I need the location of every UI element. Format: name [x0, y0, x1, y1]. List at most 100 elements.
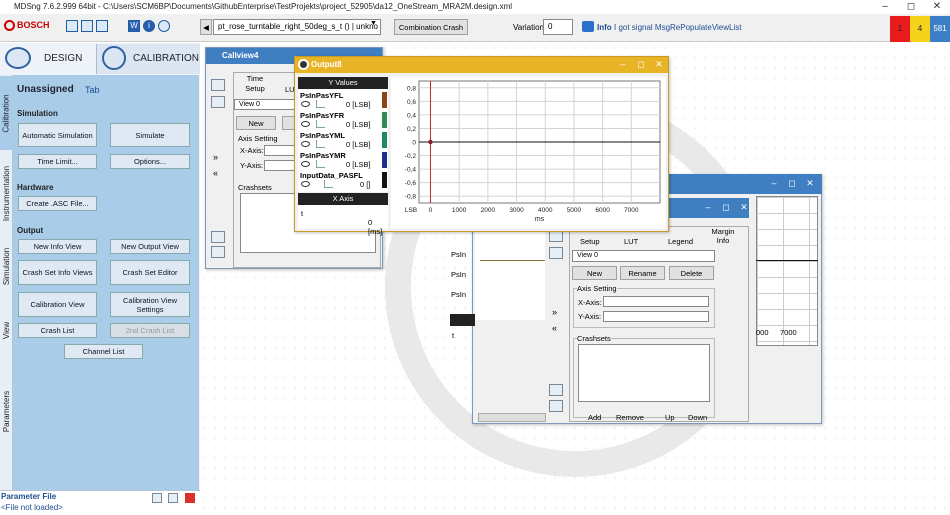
back-inner-maximize[interactable]: ◻ [718, 200, 734, 216]
back-tab-lut[interactable]: LUT [624, 237, 638, 246]
new-view-button[interactable]: New [236, 116, 276, 130]
callview-tool-icon[interactable] [211, 96, 225, 108]
signal-color-swatch[interactable] [382, 152, 387, 168]
simulate-button[interactable]: Simulate [110, 123, 190, 147]
callview-tool-icon[interactable] [211, 79, 225, 91]
back-down-button[interactable]: Down [688, 413, 707, 422]
signal-row[interactable]: InputData_PASFL 0 [] [298, 170, 388, 190]
collapse-icon[interactable]: « [552, 323, 557, 333]
view-select[interactable]: View 0 [234, 99, 300, 110]
chart-line-icon[interactable] [316, 120, 325, 128]
back-x-axis-select[interactable] [603, 296, 709, 307]
word-export-icon[interactable]: W [128, 20, 140, 32]
back-remove-button[interactable]: Remove [616, 413, 644, 422]
x-axis-select[interactable] [264, 145, 298, 156]
x-signal-row[interactable]: t 0 [ms] [298, 205, 388, 236]
design-mode-icon[interactable] [5, 47, 31, 69]
stop-icon[interactable] [185, 493, 195, 503]
back-delete-button[interactable]: Delete [669, 266, 714, 280]
new-output-view-button[interactable]: New Output View [110, 239, 190, 254]
back-add-button[interactable]: Add [588, 413, 601, 422]
signal-color-swatch[interactable] [382, 92, 387, 108]
back-window-tool-icon[interactable] [549, 384, 563, 396]
info-icon[interactable]: i [143, 20, 155, 32]
visibility-eye-icon[interactable] [301, 101, 310, 107]
chart-line-icon[interactable] [316, 140, 325, 148]
save-file-icon[interactable] [168, 493, 178, 503]
back-inner-close[interactable]: ✕ [736, 200, 752, 216]
help-icon[interactable] [158, 20, 170, 32]
back-window-minimize[interactable]: – [766, 176, 782, 192]
chart-line-icon[interactable] [316, 100, 325, 108]
signal-row[interactable]: PsInPasYML 0 [LSB] [298, 130, 388, 150]
back-window-close[interactable]: ✕ [802, 176, 818, 192]
channel-list-button[interactable]: Channel List [64, 344, 143, 359]
open-file-icon[interactable] [152, 493, 162, 503]
options-button[interactable]: Options... [110, 154, 190, 169]
back-view-select[interactable]: View 0 [572, 250, 715, 262]
combination-crash-button[interactable]: Combination Crash [394, 19, 468, 35]
visibility-eye-icon[interactable] [301, 181, 310, 187]
back-tab-setup[interactable]: Setup [580, 237, 600, 246]
crash-set-info-views-button[interactable]: Crash Set Info Views [18, 260, 97, 285]
back-window-maximize[interactable]: ◻ [784, 176, 800, 192]
output8-minimize[interactable]: – [615, 57, 631, 73]
error-count-badge[interactable]: 1 [890, 16, 910, 42]
expand-icon[interactable]: » [213, 152, 218, 162]
calibration-view-button[interactable]: Calibration View [18, 292, 97, 317]
chart-line-icon[interactable] [324, 180, 333, 188]
design-mode-tab[interactable]: DESIGN [44, 53, 82, 64]
back-up-button[interactable]: Up [665, 413, 675, 422]
signal-color-swatch[interactable] [382, 112, 387, 128]
back-new-button[interactable]: New [572, 266, 617, 280]
back-inner-minimize[interactable]: – [700, 200, 716, 216]
close-button[interactable]: ✕ [924, 0, 950, 14]
chart-line-icon[interactable] [316, 160, 325, 168]
visibility-eye-icon[interactable] [301, 141, 310, 147]
callview-tool-icon[interactable] [211, 246, 225, 258]
expand-icon[interactable]: » [552, 307, 557, 317]
back-rename-button[interactable]: Rename [620, 266, 665, 280]
warning-count-badge[interactable]: 4 [910, 16, 930, 42]
side-tab-parameters[interactable]: Parameters [0, 376, 13, 446]
collapse-icon[interactable]: « [213, 168, 218, 178]
back-crashsets-list[interactable] [578, 344, 710, 402]
side-tab-simulation[interactable]: Simulation [0, 236, 13, 296]
signal-color-swatch[interactable] [382, 132, 387, 148]
tab-time-setup[interactable]: Time Setup [237, 74, 273, 94]
side-tab-instrumentation[interactable]: Instrumentation [0, 152, 13, 234]
back-y-axis-select[interactable] [603, 311, 709, 322]
crash-select[interactable]: pt_rose_turntable_right_50deg_s_t () | u… [213, 19, 381, 35]
output8-close[interactable]: ✕ [651, 57, 667, 73]
back-window-tool-icon[interactable] [549, 400, 563, 412]
side-tab-calibration[interactable]: Calibration [0, 76, 13, 150]
minimize-button[interactable]: – [872, 0, 898, 14]
save-as-icon[interactable] [96, 20, 108, 32]
new-info-view-button[interactable]: New Info View [18, 239, 97, 254]
signal-color-swatch[interactable] [382, 172, 387, 188]
back-scrollbar[interactable] [478, 413, 546, 422]
calibration-view-settings-button[interactable]: Calibration View Settings [110, 292, 190, 317]
new-file-icon[interactable] [66, 20, 78, 32]
automatic-simulation-button[interactable]: Automatic Simulation [18, 123, 97, 147]
y-axis-select[interactable] [264, 160, 298, 171]
maximize-button[interactable]: ◻ [898, 0, 924, 14]
visibility-eye-icon[interactable] [301, 121, 310, 127]
output-chart[interactable]: 0,8 0,6 0,4 0,2 0 -0,2 -0,4 -0,6 -0,8 LSB 0 1000 200… [391, 77, 666, 229]
save-icon[interactable] [81, 20, 93, 32]
variation-spinner[interactable]: 0 [543, 19, 573, 35]
callview-tool-icon[interactable] [211, 231, 225, 243]
visibility-eye-icon[interactable] [301, 161, 310, 167]
second-crash-list-button[interactable]: 2nd Crash List [110, 323, 190, 338]
back-tab-legend[interactable]: Legend [668, 237, 693, 246]
time-limit-button[interactable]: Time Limit... [18, 154, 97, 169]
info-count-badge[interactable]: 581 [930, 16, 950, 42]
crash-set-editor-button[interactable]: Crash Set Editor [110, 260, 190, 285]
output8-maximize[interactable]: ◻ [633, 57, 649, 73]
back-window-tool-icon[interactable] [549, 247, 563, 259]
signal-row[interactable]: PsInPasYFL 0 [LSB] [298, 90, 388, 110]
prev-crash-button[interactable]: ◀ [200, 19, 212, 35]
crash-list-button[interactable]: Crash List [18, 323, 97, 338]
back-tab-margin-info[interactable]: Margin Info [708, 227, 738, 245]
create-asc-file-button[interactable]: Create .ASC File... [18, 196, 97, 211]
